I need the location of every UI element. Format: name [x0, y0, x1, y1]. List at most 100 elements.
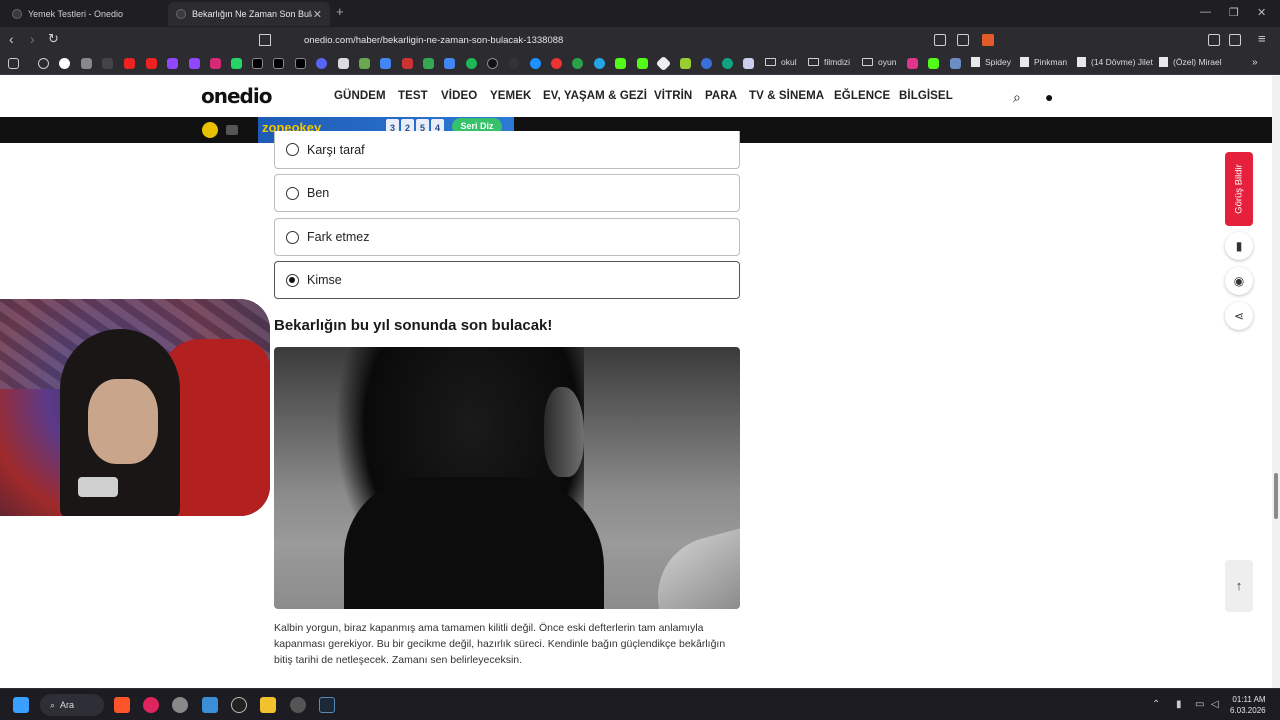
bookmark-jilet[interactable]: (14 Dövme) Jilet: [1077, 57, 1153, 67]
radio-button[interactable]: [286, 230, 299, 244]
discord-icon[interactable]: [316, 58, 327, 69]
user-icon[interactable]: ●: [1045, 89, 1053, 105]
bookmark-icon[interactable]: [551, 58, 562, 69]
radio-button[interactable]: [286, 143, 299, 156]
media-player-icon[interactable]: [143, 697, 159, 713]
tray-app-icon[interactable]: ▮: [1176, 699, 1182, 710]
kick-icon[interactable]: [615, 58, 626, 69]
nav-ev-yasam-gezi[interactable]: EV, YAŞAM & GEZİ: [543, 90, 647, 102]
close-window-icon[interactable]: ✕: [1257, 6, 1266, 19]
nav-eglence[interactable]: EĞLENCE: [834, 90, 890, 102]
feedback-button[interactable]: Görüş Bildir: [1225, 152, 1253, 226]
google-icon[interactable]: [59, 58, 70, 69]
close-tab-icon[interactable]: ✕: [313, 8, 322, 21]
nav-yemek[interactable]: YEMEK: [490, 90, 531, 102]
bookmark-icon[interactable]: [701, 58, 712, 69]
taskbar-search[interactable]: ⌕ Ara: [40, 694, 104, 716]
sidebar-toggle-icon[interactable]: [1229, 34, 1241, 46]
nav-bilgisel[interactable]: BİLGİSEL: [899, 90, 953, 102]
start-icon[interactable]: [13, 697, 29, 713]
nav-video[interactable]: VİDEO: [441, 90, 477, 102]
bookmark-icon[interactable]: [743, 58, 754, 69]
nav-para[interactable]: PARA: [705, 90, 737, 102]
tab-yemek-testleri[interactable]: Yemek Testleri - Onedio: [4, 2, 164, 26]
answer-option[interactable]: Karşı taraf: [274, 131, 740, 169]
scrollbar-thumb[interactable]: [1274, 473, 1278, 519]
bookmark-icon[interactable]: [402, 58, 413, 69]
bookmark-icon[interactable]: [359, 58, 370, 69]
back-icon[interactable]: ‹: [9, 32, 14, 46]
brave-taskbar-icon[interactable]: [114, 697, 130, 713]
youtube-icon[interactable]: [124, 58, 135, 69]
steam-icon[interactable]: [319, 697, 335, 713]
bookmark-icon[interactable]: [655, 55, 672, 72]
twitch-icon[interactable]: [167, 58, 178, 69]
bookmark-icon[interactable]: [102, 58, 113, 69]
onedio-logo[interactable]: onedio: [201, 84, 272, 108]
bookmark-icon[interactable]: [81, 58, 92, 69]
history-icon[interactable]: [38, 58, 49, 69]
network-icon[interactable]: ▭: [1195, 699, 1204, 710]
comments-icon[interactable]: ◉: [1225, 267, 1253, 295]
bookmark-folder-okul[interactable]: okul: [765, 57, 797, 67]
bookmark-icon[interactable]: [444, 58, 455, 69]
extensions-icon[interactable]: [1208, 34, 1220, 46]
brave-shields-icon[interactable]: [982, 34, 994, 46]
volume-icon[interactable]: ◁: [1211, 699, 1219, 710]
x-icon[interactable]: [252, 58, 263, 69]
ad-info-icon[interactable]: [226, 125, 238, 135]
tray-chevron-icon[interactable]: ⌃: [1152, 699, 1160, 710]
search-icon[interactable]: ⌕: [1013, 89, 1021, 106]
app-icon[interactable]: [290, 697, 306, 713]
file-explorer-icon[interactable]: [260, 697, 276, 713]
app-icon[interactable]: [231, 697, 247, 713]
kick-icon[interactable]: [928, 58, 939, 69]
radio-button-selected[interactable]: [286, 273, 299, 287]
bookmark-icon[interactable]: [680, 58, 691, 69]
tiktok-icon[interactable]: [273, 58, 284, 69]
bookmark-icon[interactable]: [572, 58, 583, 69]
answer-option[interactable]: Fark etmez: [274, 218, 740, 256]
bookmark-pinkman[interactable]: Pinkman: [1020, 57, 1067, 67]
forward-icon[interactable]: ›: [30, 32, 35, 46]
nav-tv-sinema[interactable]: TV & SİNEMA: [749, 90, 824, 102]
github-icon[interactable]: [508, 58, 519, 69]
taskbar-clock[interactable]: 01:11 AM 6.03.2026: [1230, 694, 1266, 716]
bookmark-folder-filmdizi[interactable]: filmdizi: [808, 57, 850, 67]
bookmark-mirael[interactable]: (Özel) Mirael: [1159, 57, 1222, 67]
spotify-icon[interactable]: [466, 58, 477, 69]
telegram-icon[interactable]: [594, 58, 605, 69]
bookmark-folder-oyun[interactable]: oyun: [862, 57, 896, 67]
new-tab-button[interactable]: +: [336, 4, 344, 19]
reload-icon[interactable]: ↻: [48, 32, 59, 46]
minimize-icon[interactable]: —: [1200, 6, 1211, 18]
kick-icon[interactable]: [637, 58, 648, 69]
bookmark-icon[interactable]: [950, 58, 961, 69]
tiktok-icon[interactable]: [295, 58, 306, 69]
chatgpt-icon[interactable]: [722, 58, 733, 69]
maximize-icon[interactable]: ❐: [1229, 6, 1239, 19]
nav-vitrin[interactable]: VİTRİN: [654, 90, 692, 102]
nav-gundem[interactable]: GÜNDEM: [334, 90, 386, 102]
radio-button[interactable]: [286, 186, 299, 200]
bookmark-spidey[interactable]: Spidey: [971, 57, 1011, 67]
bookmark-page-icon[interactable]: [259, 34, 271, 46]
page-scrollbar[interactable]: [1272, 76, 1280, 688]
drive-icon[interactable]: [423, 58, 434, 69]
app-icon[interactable]: [172, 697, 188, 713]
bookmark-icon[interactable]: [338, 58, 349, 69]
url-field[interactable]: onedio.com/haber/bekarligin-ne-zaman-son…: [278, 30, 998, 50]
bookmark-icon[interactable]: [487, 58, 498, 69]
whatsapp-icon[interactable]: [231, 58, 242, 69]
bookmark-icon[interactable]: [907, 58, 918, 69]
answer-option-selected[interactable]: Kimse: [274, 261, 740, 299]
twitch-icon[interactable]: [189, 58, 200, 69]
photos-icon[interactable]: [202, 697, 218, 713]
tab-bekarlik[interactable]: Bekarlığın Ne Zaman Son Bulaca ✕: [168, 2, 330, 26]
share-icon[interactable]: ⋖: [1225, 302, 1253, 330]
youtube-icon[interactable]: [146, 58, 157, 69]
nav-test[interactable]: TEST: [398, 90, 428, 102]
more-bookmarks-icon[interactable]: »: [1252, 57, 1258, 68]
apps-grid-icon[interactable]: [8, 58, 19, 69]
share-icon[interactable]: [957, 34, 969, 46]
